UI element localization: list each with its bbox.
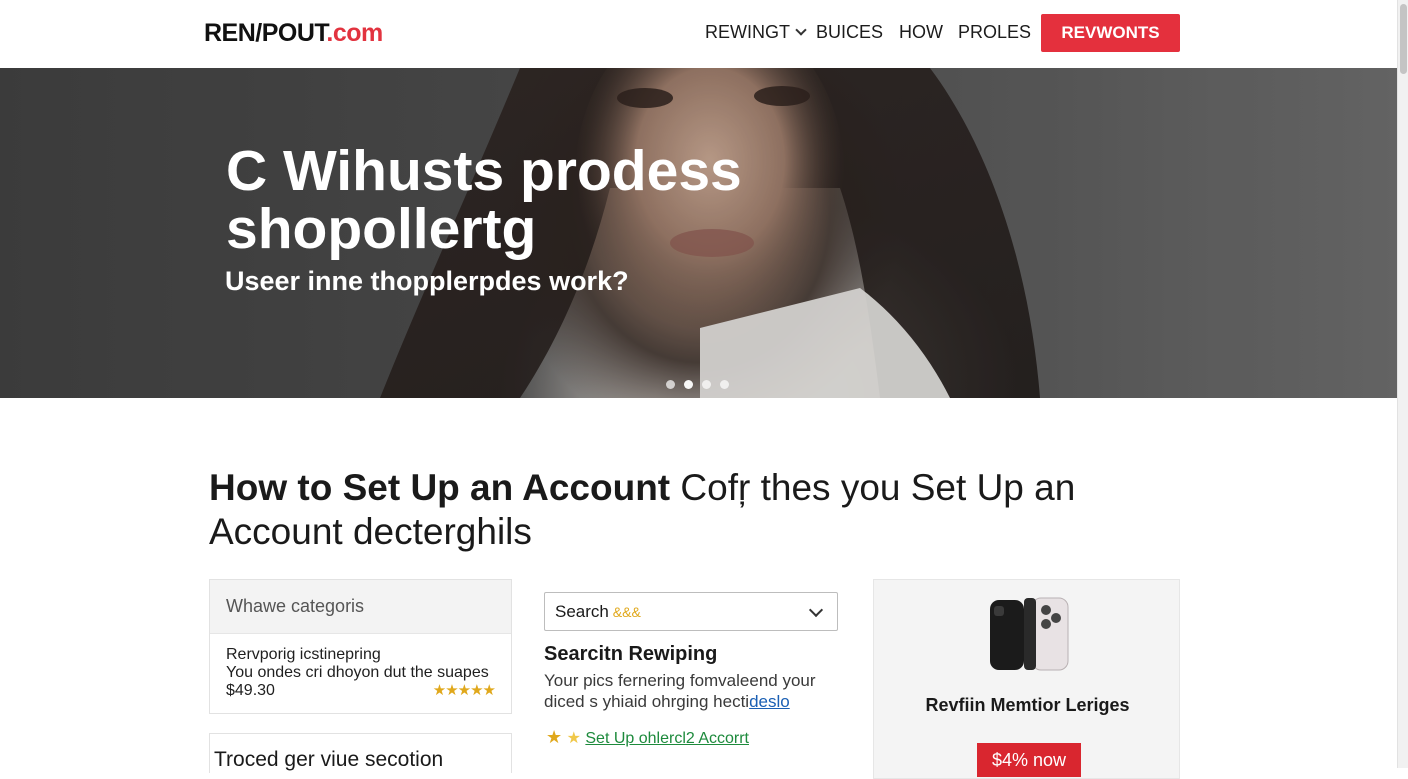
star-icon: ★ [546, 727, 563, 747]
nav-item-buices[interactable]: BUICES [816, 22, 883, 46]
logo-tld: .com [326, 19, 383, 47]
price-row: $49.30 ★★★★★ [226, 682, 496, 700]
carousel-dot[interactable] [666, 380, 675, 389]
site-logo[interactable]: REN/POUT.com [204, 19, 383, 48]
nav-item-proles[interactable]: PROLES [958, 22, 1031, 46]
search-select[interactable]: Search &&& [544, 592, 838, 631]
search-select-value: Search [555, 602, 609, 621]
section-title-bold: How to Set Up an Account [209, 467, 671, 508]
product-title: Revfiin Memtior Leriges [925, 695, 1130, 715]
search-select-extra: &&& [608, 604, 641, 620]
category-card-line1: Rervporig icstinepring [226, 646, 381, 663]
nav-label: REWINGT [705, 22, 790, 42]
next-section-card[interactable]: Troced ger viue secotion [209, 733, 512, 773]
star-icon: ★ [562, 730, 586, 747]
setup-account-link[interactable]: Set Up ohlercl2 Accorrt [585, 730, 749, 747]
nav-item-rewingt[interactable]: REWINGT [705, 22, 807, 46]
category-card-header: Whawe categoris [210, 580, 511, 634]
carousel-dot[interactable] [684, 380, 693, 389]
page-scrollbar[interactable] [1397, 0, 1408, 768]
hero-subtitle: Useer inne thopplerpdes work? [225, 266, 629, 296]
carousel-dots [666, 376, 738, 389]
scrollbar-thumb[interactable] [1400, 4, 1407, 74]
top-navbar: REN/POUT.com REWINGT BUICES HOW PROLES R… [0, 0, 1397, 68]
chevron-down-icon [795, 24, 807, 36]
star-rating-icon: ★★★★★ [432, 682, 496, 699]
category-card[interactable]: Whawe categoris Rervporig icstinepring Y… [209, 579, 512, 714]
price-label: $49.30 [226, 682, 275, 699]
hero-banner: C Wihusts prodess shopollertg Useer inne… [0, 68, 1397, 398]
setup-link-row: ★ ★ Set Up ohlercl2 Accorrt [546, 727, 749, 748]
product-buy-button[interactable]: $4% now [977, 743, 1081, 777]
chevron-down-icon [808, 602, 824, 618]
search-description: Your pics fernering fomvaleend your dice… [544, 670, 844, 712]
section-title: How to Set Up an Account Cofŗ thes you … [209, 466, 1189, 554]
carousel-dot[interactable] [720, 380, 729, 389]
header-cta-button[interactable]: REVWONTS [1041, 14, 1180, 52]
search-description-link[interactable]: deslo [749, 692, 790, 711]
category-card-body: Rervporig icstinepring You ondes cri dho… [210, 634, 511, 712]
search-heading: Searcitn Rewiping [544, 643, 718, 665]
smartphone-icon [990, 597, 1069, 671]
nav-item-how[interactable]: HOW [899, 22, 943, 46]
logo-text: REN/POUT [204, 19, 327, 47]
category-card-line2: You ondes cri dhoyon dut the suapes [226, 664, 489, 681]
carousel-dot[interactable] [702, 380, 711, 389]
hero-title: C Wihusts prodess shopollertg [226, 139, 742, 261]
product-card[interactable]: Revfiin Memtior Leriges $4% now [873, 579, 1180, 779]
